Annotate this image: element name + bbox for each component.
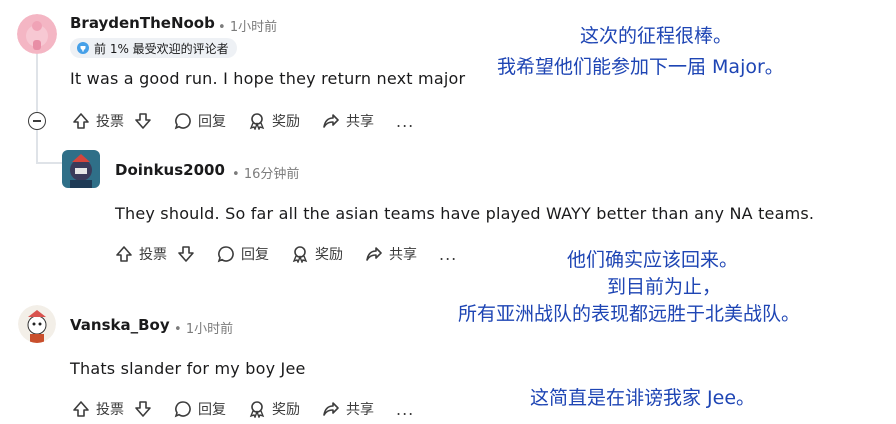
- comment-timestamp: 1小时前: [185, 322, 234, 337]
- comment-bubble-icon: [174, 113, 191, 130]
- upvote-button[interactable]: 投票: [72, 399, 152, 419]
- vote-label: 投票: [139, 247, 167, 263]
- share-label: 共享: [346, 114, 374, 130]
- thread-line: [36, 54, 38, 112]
- comment-actions: 投票 回复 奖励 共享 ...: [72, 107, 414, 135]
- avatar[interactable]: [17, 14, 57, 54]
- more-options-button[interactable]: ...: [396, 400, 414, 419]
- share-icon: [323, 114, 339, 128]
- share-label: 共享: [346, 402, 374, 418]
- comment-body: They should. So far all the asian teams …: [115, 204, 815, 223]
- share-icon: [366, 247, 382, 261]
- badge-label: 前 1% 最受欢迎的评论者: [94, 41, 229, 56]
- vote-label: 投票: [96, 402, 124, 418]
- share-icon: [323, 402, 339, 416]
- award-icon: [292, 246, 308, 263]
- award-button[interactable]: 奖励: [248, 111, 300, 131]
- share-button[interactable]: 共享: [322, 399, 374, 419]
- upvote-icon: [73, 401, 89, 417]
- share-label: 共享: [389, 247, 417, 263]
- separator-dot: •: [232, 167, 240, 182]
- comment-body: Thats slander for my boy Jee: [70, 359, 306, 378]
- reply-button[interactable]: 回复: [217, 244, 269, 264]
- award-button[interactable]: 奖励: [248, 399, 300, 419]
- reply-label: 回复: [241, 247, 269, 263]
- reply-button[interactable]: 回复: [174, 111, 226, 131]
- share-button[interactable]: 共享: [365, 244, 417, 264]
- award-button[interactable]: 奖励: [291, 244, 343, 264]
- top-commenter-badge[interactable]: 前 1% 最受欢迎的评论者: [70, 38, 237, 58]
- downvote-icon[interactable]: [177, 245, 195, 263]
- translation-line: 到目前为止，: [607, 276, 722, 298]
- thread-line-branch: [36, 128, 38, 164]
- vote-label: 投票: [96, 114, 124, 130]
- thread-line-curve: [36, 162, 62, 164]
- comment-time: • 1小时前: [174, 318, 233, 337]
- collapse-thread-button[interactable]: [28, 112, 46, 130]
- comment-timestamp: 1小时前: [229, 20, 278, 35]
- comment-bubble-icon: [217, 246, 234, 263]
- comment-time: • 1小时前: [218, 16, 277, 35]
- award-label: 奖励: [315, 247, 343, 263]
- reply-button[interactable]: 回复: [174, 399, 226, 419]
- award-icon: [249, 113, 265, 130]
- translation-line: 我希望他们能参加下一届 Major。: [497, 56, 784, 78]
- translation-line: 这次的征程很棒。: [580, 25, 733, 47]
- reply-label: 回复: [198, 114, 226, 130]
- comment-timestamp: 16分钟前: [243, 167, 300, 182]
- award-label: 奖励: [272, 402, 300, 418]
- downvote-icon[interactable]: [134, 112, 152, 130]
- award-label: 奖励: [272, 114, 300, 130]
- comment-actions: 投票 回复 奖励 共享 ...: [115, 240, 457, 268]
- comment-bubble-icon: [174, 401, 191, 418]
- translation-line: 所有亚洲战队的表现都远胜于北美战队。: [458, 303, 801, 325]
- comment-time: • 16分钟前: [232, 163, 299, 182]
- translation-line: 他们确实应该回来。: [567, 249, 739, 271]
- separator-dot: •: [174, 322, 182, 337]
- avatar[interactable]: [62, 150, 100, 188]
- comment-author[interactable]: BraydenTheNoob: [70, 14, 215, 32]
- upvote-button[interactable]: 投票: [115, 244, 195, 264]
- comment-author[interactable]: Doinkus2000: [115, 161, 225, 179]
- share-button[interactable]: 共享: [322, 111, 374, 131]
- more-options-button[interactable]: ...: [396, 112, 414, 131]
- comment-actions: 投票 回复 奖励 共享 ...: [72, 395, 414, 423]
- trophy-icon: [77, 42, 89, 54]
- downvote-icon[interactable]: [134, 400, 152, 418]
- award-icon: [249, 401, 265, 418]
- separator-dot: •: [218, 20, 226, 35]
- avatar[interactable]: [18, 305, 56, 343]
- comment-author[interactable]: Vanska_Boy: [70, 316, 170, 334]
- more-options-button[interactable]: ...: [439, 245, 457, 264]
- reply-label: 回复: [198, 402, 226, 418]
- translation-line: 这简直是在诽谤我家 Jee。: [530, 387, 756, 409]
- minus-icon: [33, 120, 41, 122]
- upvote-icon: [73, 113, 89, 129]
- upvote-icon: [116, 246, 132, 262]
- upvote-button[interactable]: 投票: [72, 111, 152, 131]
- comment-body: It was a good run. I hope they return ne…: [70, 69, 466, 88]
